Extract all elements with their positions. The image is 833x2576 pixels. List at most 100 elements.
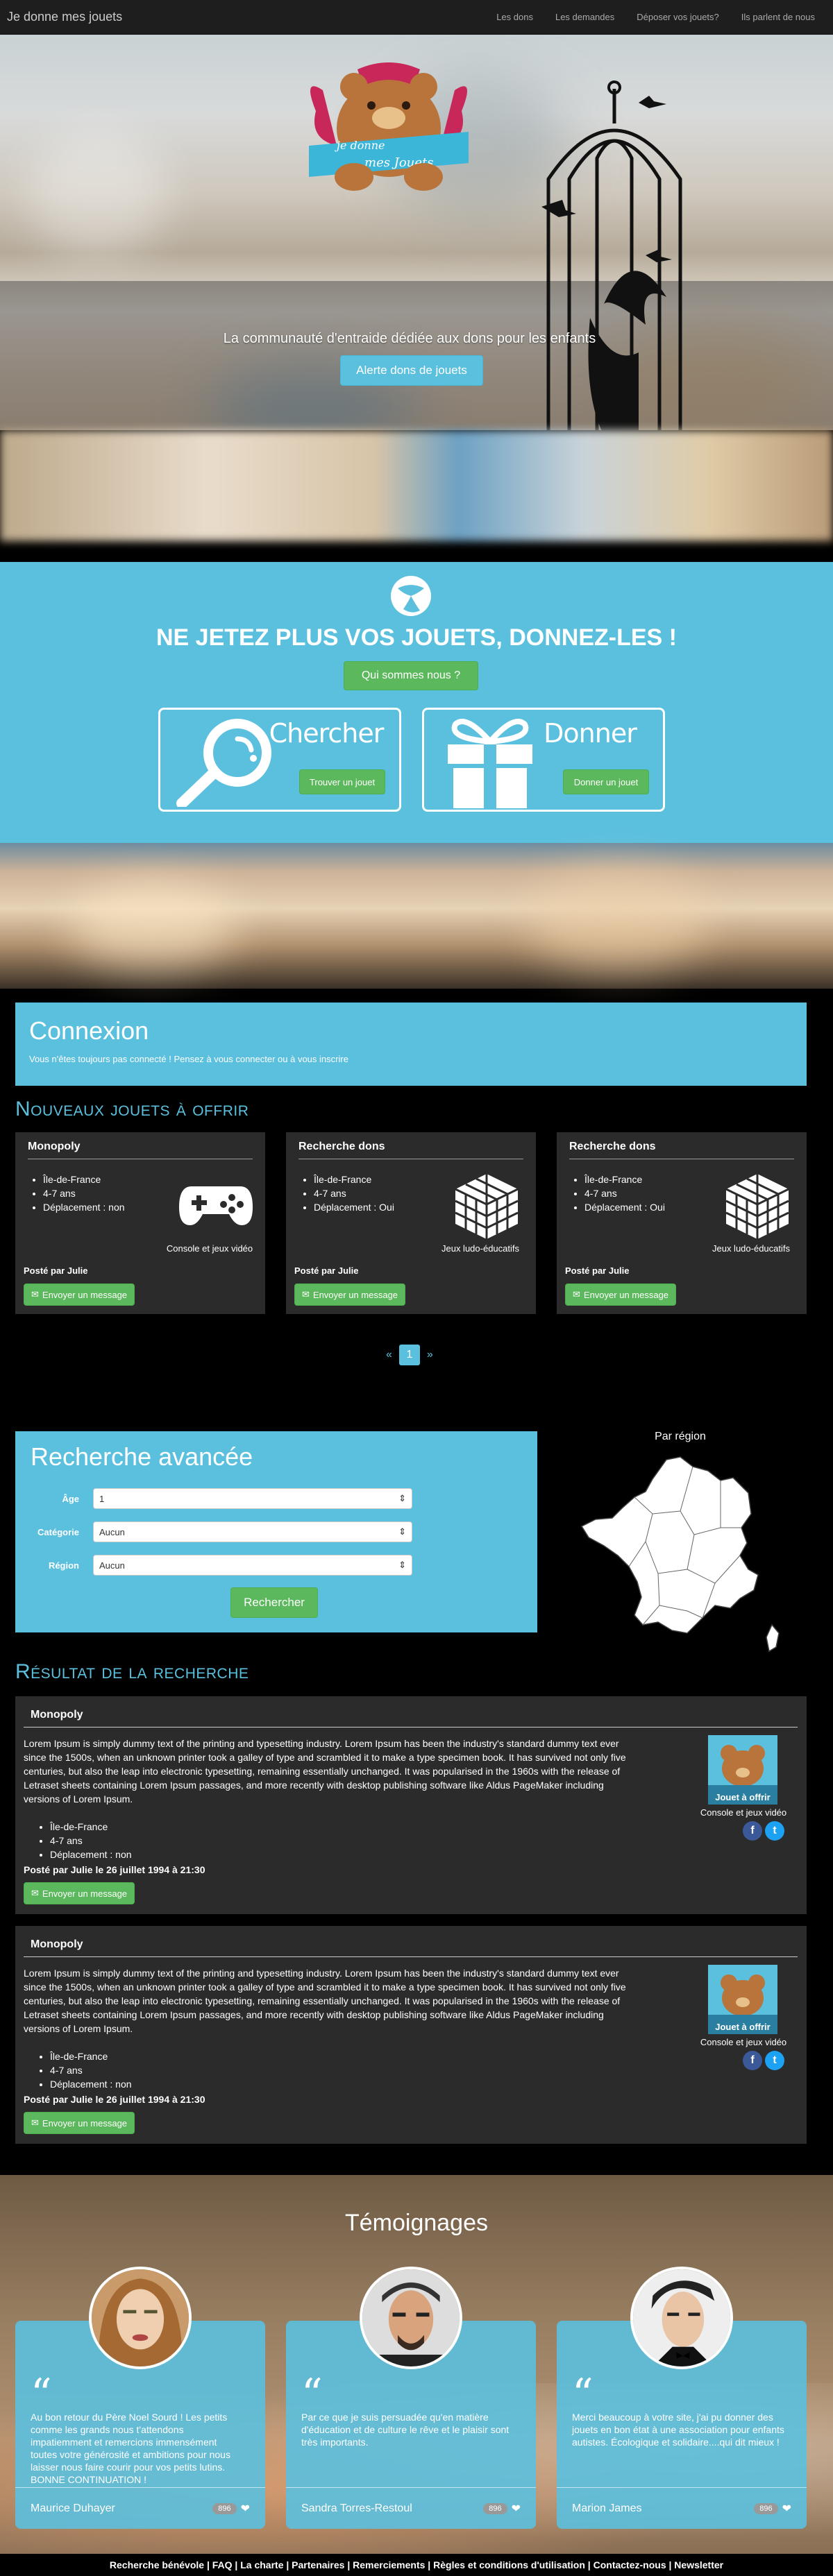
result-description: Lorem Ipsum is simply dummy text of the … [24, 1968, 626, 2034]
nav-link-demandes[interactable]: Les demandes [544, 12, 625, 22]
toy-name: Monopoly [28, 1141, 253, 1159]
testimonial-author: Sandra Torres-Restoul [301, 2502, 412, 2514]
testimonial-quote: Merci beaucoup à votre site, j'ai pu don… [572, 2412, 784, 2448]
search-button[interactable]: Rechercher [230, 1587, 318, 1618]
category-field: Catégorie Aucun ⇕ [15, 1521, 412, 1542]
send-message-button[interactable]: ✉ Envoyer un message [565, 1283, 677, 1306]
toy-category: Jeux ludo-éducatifs [712, 1243, 790, 1254]
france-region-map[interactable] [576, 1451, 784, 1653]
toy-card: Recherche dons Île-de-France 4-7 ans Dép… [557, 1132, 807, 1314]
result-category: Console et jeux vidéo [700, 2037, 787, 2047]
nav-link-deposer[interactable]: Déposer vos jouets? [625, 12, 730, 22]
thumbnail-label: Jouet à offrir [715, 2022, 771, 2032]
result-name: Monopoly [24, 1705, 798, 1728]
login-title: Connexion [29, 1016, 149, 1045]
result-card: Monopoly Lorem Ipsum is simply dummy tex… [15, 1926, 807, 2144]
nav-links: Les dons Les demandes Déposer vos jouets… [485, 12, 826, 22]
nav-link-dons[interactable]: Les dons [485, 12, 544, 22]
send-message-button[interactable]: ✉ Envoyer un message [24, 1283, 135, 1306]
result-category: Console et jeux vidéo [700, 1807, 787, 1818]
twitter-icon[interactable]: t [765, 1821, 784, 1841]
birdcage-illustration [541, 80, 682, 430]
search-card[interactable]: Chercher Trouver un jouet [158, 708, 401, 812]
intro-title: NE JETEZ PLUS VOS JOUETS, DONNEZ-LES ! [156, 624, 677, 651]
envelope-icon: ✉ [302, 1289, 310, 1299]
testimonial-footer: Sandra Torres-Restoul 896 ❤ [286, 2487, 536, 2529]
brand-link[interactable]: Je donne mes jouets [7, 10, 122, 24]
login-message[interactable]: Vous n'êtes toujours pas connecté ! Pens… [29, 1054, 793, 1064]
cube-icon [725, 1174, 789, 1239]
like-count: 896 [754, 2502, 778, 2514]
nav-link-presse[interactable]: Ils parlent de nous [730, 12, 826, 22]
pager-prev[interactable]: « [386, 1349, 392, 1361]
beach-ball-icon [391, 576, 431, 616]
testimonial-footer: Marion James 896 ❤ [557, 2487, 807, 2529]
toy-details: Île-de-France 4-7 ans Déplacement : Oui [584, 1172, 665, 1214]
svg-text:je donne: je donne [335, 139, 385, 152]
quote-icon: “ [572, 2370, 594, 2419]
like-count: 896 [212, 2502, 237, 2514]
login-panel: Connexion Vous n'êtes toujours pas conne… [15, 1003, 807, 1086]
pager-next[interactable]: » [427, 1349, 433, 1361]
toy-posted-by: Posté par Julie [565, 1265, 630, 1276]
give-toy-button[interactable]: Donner un jouet [563, 769, 649, 794]
hero-tagline: La communauté d'entraide dédiée aux dons… [223, 331, 596, 346]
result-posted-by: Posté par Julie le 26 juillet 1994 à 21:… [24, 2094, 205, 2105]
new-toys-title: Nouveaux jouets à offrir [15, 1098, 249, 1120]
result-posted-by: Posté par Julie le 26 juillet 1994 à 21:… [24, 1864, 205, 1875]
like-count: 896 [483, 2502, 507, 2514]
pagination: « 1 » [386, 1345, 433, 1365]
region-field: Région Aucun ⇕ [15, 1555, 412, 1576]
facebook-icon[interactable]: f [743, 2051, 762, 2070]
gamepad-icon [179, 1186, 253, 1225]
gift-icon [448, 719, 532, 808]
age-label: Âge [62, 1493, 79, 1504]
pager-current[interactable]: 1 [398, 1345, 420, 1365]
teddy-bear-logo: je donne mes Jouets [309, 62, 469, 191]
alert-button[interactable]: Alerte dons de jouets [340, 355, 483, 386]
select-arrows-icon: ⇕ [398, 1493, 406, 1503]
testimonial-quote: Au bon retour du Père Noel Sourd ! Les p… [31, 2412, 230, 2485]
testimonial-author: Maurice Duhayer [31, 2502, 115, 2514]
result-card: Monopoly Lorem Ipsum is simply dummy tex… [15, 1696, 807, 1914]
envelope-icon: ✉ [31, 1888, 39, 1898]
heart-icon[interactable]: ❤ [241, 2502, 250, 2516]
region-select[interactable]: Aucun ⇕ [93, 1555, 412, 1576]
send-message-button[interactable]: ✉ Envoyer un message [294, 1283, 406, 1306]
find-toy-button[interactable]: Trouver un jouet [299, 769, 385, 794]
share-buttons: f t [743, 1821, 784, 1841]
footer-links[interactable]: Recherche bénévole | FAQ | La charte | P… [0, 2554, 833, 2576]
age-select[interactable]: 1 ⇕ [93, 1488, 412, 1509]
toy-details: Île-de-France 4-7 ans Déplacement : non [43, 1172, 125, 1214]
toy-card: Monopoly Île-de-France 4-7 ans Déplaceme… [15, 1132, 265, 1314]
quote-icon: “ [31, 2370, 52, 2419]
testimonials-section: Témoignages “ Au bon retour du Père Noel… [0, 2175, 833, 2554]
envelope-icon: ✉ [31, 1289, 39, 1299]
testimonial-author: Marion James [572, 2502, 642, 2514]
heart-icon[interactable]: ❤ [512, 2502, 521, 2516]
region-label: Région [48, 1560, 79, 1571]
give-card-label: Donner [544, 718, 637, 749]
send-message-button[interactable]: ✉ Envoyer un message [24, 2112, 135, 2134]
result-name: Monopoly [24, 1934, 798, 1957]
results-title: Résultat de la recherche [15, 1660, 249, 1683]
category-select[interactable]: Aucun ⇕ [93, 1521, 412, 1542]
envelope-icon: ✉ [573, 1289, 580, 1299]
facebook-icon[interactable]: f [743, 1821, 762, 1841]
give-card[interactable]: Donner Donner un jouet [422, 708, 665, 812]
hero: je donne mes Jouets La communauté d'entr… [0, 35, 833, 430]
search-card-label: Chercher [269, 718, 385, 749]
heart-icon[interactable]: ❤ [782, 2502, 791, 2516]
toy-category: Console et jeux vidéo [166, 1243, 253, 1254]
blurred-strip [0, 843, 833, 989]
result-details: Île-de-France 4-7 ans Déplacement : non [50, 2049, 132, 2091]
select-arrows-icon: ⇕ [398, 1526, 406, 1537]
toy-card: Recherche dons Île-de-France 4-7 ans Dép… [286, 1132, 536, 1314]
result-description: Lorem Ipsum is simply dummy text of the … [24, 1738, 626, 1805]
advanced-search-title: Recherche avancée [31, 1442, 253, 1471]
about-button[interactable]: Qui sommes nous ? [344, 661, 478, 690]
twitter-icon[interactable]: t [765, 2051, 784, 2070]
toy-name: Recherche dons [298, 1141, 523, 1159]
send-message-button[interactable]: ✉ Envoyer un message [24, 1882, 135, 1904]
toy-category: Jeux ludo-éducatifs [441, 1243, 519, 1254]
